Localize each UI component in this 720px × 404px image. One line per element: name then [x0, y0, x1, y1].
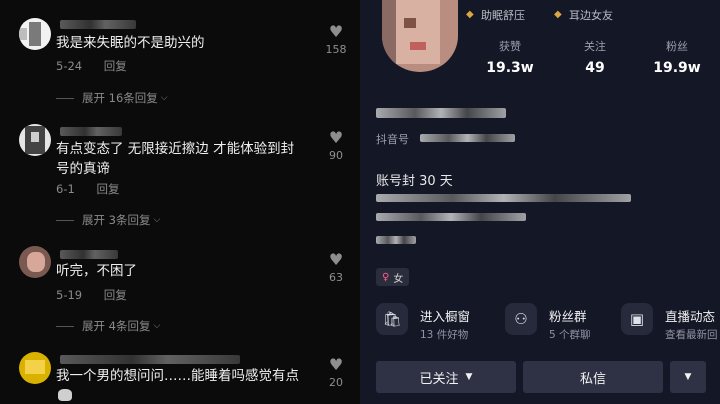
- feature-title: 直播动态: [665, 309, 716, 324]
- comment-date: 6-1: [56, 182, 75, 196]
- chevron-down-icon: ⌵: [153, 321, 161, 331]
- stat-value: 19.9w: [653, 60, 701, 76]
- comment-text-line: 有点变态了 无限接近擦边 才能体验到封: [56, 141, 295, 157]
- caret-down-icon: ▼: [684, 372, 692, 382]
- feature-subtitle: 13 件好物: [420, 329, 469, 341]
- avatar[interactable]: [19, 124, 51, 156]
- comment-text: 我是来失眠的不是助兴的: [56, 35, 205, 51]
- badge-icon: ◆: [554, 9, 562, 20]
- username-blur: [60, 250, 118, 259]
- feature-live[interactable]: ▣ 直播动态 查看最新回: [621, 303, 720, 345]
- like-button[interactable]: ♥ 20: [324, 355, 348, 390]
- gender-label: 女: [393, 273, 404, 285]
- stat-label: 粉丝: [666, 40, 688, 53]
- like-button[interactable]: ♥ 90: [324, 128, 348, 163]
- reply-button[interactable]: 回复: [96, 182, 119, 196]
- feature-fan-group[interactable]: ⚇ 粉丝群 5 个群聊: [505, 303, 615, 345]
- douyin-id-label: 抖音号: [376, 133, 409, 146]
- heart-icon: ♥: [328, 250, 344, 269]
- expand-replies-button[interactable]: 展开 3条回复 ⌵: [56, 212, 160, 228]
- heart-icon: ♥: [328, 355, 344, 374]
- divider: [56, 97, 74, 99]
- comment-text: 有点变态了 无限接近擦边 才能体验到封 号的真谛: [56, 139, 318, 179]
- comment-text: 我一个男的想问问……能睡着吗感觉有点: [56, 368, 299, 384]
- divider: [56, 325, 74, 327]
- bio-blur: [376, 236, 416, 244]
- bio-blur: [376, 213, 526, 221]
- cat-emoji-icon: [58, 389, 72, 401]
- message-label: 私信: [579, 371, 606, 387]
- comments-panel: 我是来失眠的不是助兴的 5-24 回复 展开 16条回复 ⌵ ♥ 158 有点变…: [0, 0, 360, 404]
- stat-value: 49: [585, 60, 605, 76]
- stat-value: 19.3w: [486, 60, 534, 76]
- expand-replies-label: 展开 3条回复: [82, 213, 151, 227]
- profile-tag[interactable]: ◆ 耳边女友: [554, 6, 613, 24]
- gender-badge: ♀ 女: [376, 268, 410, 286]
- like-count: 20: [329, 376, 343, 389]
- username-blur: [60, 127, 122, 136]
- reply-button[interactable]: 回复: [104, 59, 127, 73]
- feature-subtitle: 查看最新回: [665, 329, 718, 341]
- avatar[interactable]: [19, 352, 51, 384]
- comment-text: 听完，不困了: [56, 263, 137, 279]
- bio-blur: [376, 194, 631, 202]
- comment-date: 5-24: [56, 59, 83, 73]
- reply-button[interactable]: 回复: [104, 288, 127, 302]
- like-button[interactable]: ♥ 158: [324, 22, 348, 57]
- profile-tag-label: 耳边女友: [569, 9, 613, 22]
- heart-icon: ♥: [328, 128, 344, 147]
- feature-subtitle: 5 个群聊: [549, 329, 591, 341]
- username-blur: [60, 20, 136, 29]
- caret-down-icon: ▼: [465, 372, 473, 382]
- comment-meta: 5-24 回复: [56, 58, 145, 74]
- bio-text: 账号封 30 天: [376, 174, 453, 189]
- comment-meta: 6-1 回复: [56, 181, 137, 197]
- like-count: 158: [325, 43, 347, 56]
- expand-replies-label: 展开 16条回复: [82, 91, 158, 105]
- expand-replies-button[interactable]: 展开 4条回复 ⌵: [56, 318, 160, 334]
- profile-avatar[interactable]: [382, 0, 458, 72]
- more-dropdown-button[interactable]: ▼: [670, 361, 706, 393]
- user-group-icon: ⚇: [505, 303, 537, 335]
- female-icon: ♀: [382, 271, 390, 283]
- profile-panel: ◆ 助眠舒压 ◆ 耳边女友 获赞 19.3w 关注 49 粉丝 19.9w 抖音…: [360, 0, 720, 404]
- profile-tag[interactable]: ◆ 助眠舒压: [466, 6, 525, 24]
- stat-likes[interactable]: 获赞 19.3w: [480, 38, 540, 76]
- feature-title: 进入橱窗: [420, 309, 471, 324]
- feature-title: 粉丝群: [549, 309, 587, 324]
- followed-button[interactable]: 已关注 ▼: [376, 361, 516, 393]
- like-count: 90: [329, 149, 343, 162]
- stat-label: 获赞: [499, 40, 521, 53]
- message-button[interactable]: 私信: [523, 361, 663, 393]
- avatar[interactable]: [19, 246, 51, 278]
- followed-label: 已关注: [419, 371, 459, 387]
- douyin-id-blur: [420, 134, 515, 142]
- tv-icon: ▣: [621, 303, 653, 335]
- stat-label: 关注: [584, 40, 606, 53]
- expand-replies-button[interactable]: 展开 16条回复 ⌵: [56, 90, 168, 106]
- nickname-blur: [376, 108, 506, 118]
- expand-replies-label: 展开 4条回复: [82, 319, 151, 333]
- badge-icon: ◆: [466, 9, 474, 20]
- comment-date: 5-19: [56, 288, 83, 302]
- comment-meta: 5-19 回复: [56, 287, 145, 303]
- username-blur: [60, 355, 240, 364]
- avatar[interactable]: [19, 18, 51, 50]
- stat-followers[interactable]: 粉丝 19.9w: [647, 38, 707, 76]
- feature-showcase[interactable]: 🛍 进入橱窗 13 件好物: [376, 303, 496, 345]
- heart-icon: ♥: [328, 22, 344, 41]
- chevron-down-icon: ⌵: [153, 215, 161, 225]
- chevron-down-icon: ⌵: [160, 93, 168, 103]
- comment-text-line: 号的真谛: [56, 161, 110, 177]
- like-count: 63: [329, 271, 343, 284]
- profile-tag-label: 助眠舒压: [481, 9, 525, 22]
- divider: [56, 219, 74, 221]
- like-button[interactable]: ♥ 63: [324, 250, 348, 285]
- shopping-bag-icon: 🛍: [376, 303, 408, 335]
- stat-following[interactable]: 关注 49: [565, 38, 625, 76]
